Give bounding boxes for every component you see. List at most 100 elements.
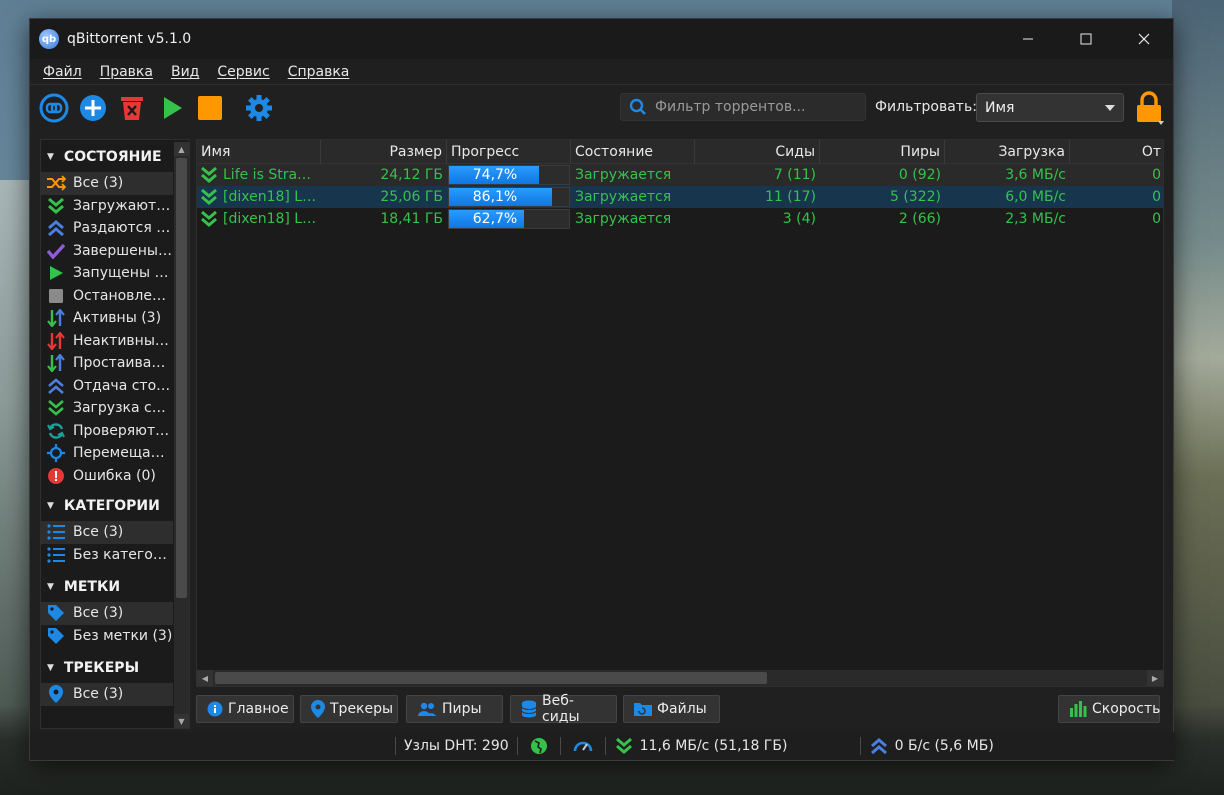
search-input[interactable] [655,99,855,115]
column-header-progress[interactable]: Прогресс [447,140,571,164]
tab-web-seeds[interactable]: Веб-сиды [510,693,617,725]
stop-icon [198,96,222,120]
add-link-button[interactable] [37,91,71,125]
sidebar-item[interactable]: Раздаются (0) [41,217,173,240]
window-title: qBittorrent v5.1.0 [67,31,192,47]
column-header-upload[interactable]: От [1070,140,1163,164]
sidebar-item[interactable]: Простаиваю... [41,352,173,375]
background-rock-right [1172,0,1224,795]
settings-button[interactable] [242,91,276,125]
tab-peers[interactable]: Пиры [406,695,503,723]
app-window: qb qBittorrent v5.1.0 Файл Правка Вид Се… [29,18,1175,761]
speed-limit-toggle[interactable] [561,737,605,755]
sidebar-item[interactable]: Загрузка сто... [41,397,173,420]
categories-section-header[interactable]: ▼ КАТЕГОРИИ [41,491,189,521]
add-torrent-button[interactable] [76,91,110,125]
sidebar: ▼ СОСТОЯНИЕ Все (3) Загружаютс... Раздаютс… [40,139,190,729]
progress-text: 74,7% [472,167,518,183]
cell-download-speed: 2,3 МБ/с [1005,211,1066,227]
sidebar-item-label: Все (3) [73,175,124,192]
trackers-section-header[interactable]: ▼ ТРЕКЕРЫ [41,653,189,683]
cell-upload-speed: 0 [1152,211,1161,227]
resume-button[interactable] [154,91,188,125]
sidebar-item[interactable]: Все (3) [41,172,173,195]
sidebar-item[interactable]: Перемещаю... [41,442,173,465]
stalled-download-icon [46,399,66,417]
search-icon [629,98,646,115]
filter-dropdown-value: Имя [985,99,1015,116]
location-pin-icon [46,685,66,704]
sidebar-item-label: Проверяютс... [73,422,173,439]
shuffle-icon [46,174,66,192]
sidebar-item[interactable]: Остановлен... [41,285,173,308]
table-hscrollbar[interactable]: ◀ ▶ [197,670,1163,686]
tab-trackers[interactable]: Трекеры [300,695,398,723]
chevron-down-icon [1105,104,1115,111]
checkmark-icon [46,242,66,260]
download-chevrons-icon [201,210,217,228]
sidebar-item-label: Все (3) [73,524,124,541]
tab-speed[interactable]: Скорость [1058,695,1160,723]
download-speed-status[interactable]: 11,6 МБ/с (51,18 ГБ) [606,737,860,755]
sidebar-item[interactable]: Активны (3) [41,307,173,330]
filter-dropdown[interactable]: Имя [976,93,1124,122]
scroll-down-icon[interactable]: ▼ [174,714,189,728]
sidebar-item-label: Простаиваю... [73,355,173,372]
tab-speed-label: Скорость [1092,701,1161,717]
connection-status[interactable] [518,737,560,755]
app-logo-icon: qb [39,29,59,49]
menu-view[interactable]: Вид [162,64,208,80]
table-row[interactable]: Life is Stran... 24,12 ГБ 74,7% Загружается… [197,164,1163,186]
menu-edit[interactable]: Правка [91,64,162,80]
column-header-size[interactable]: Размер [321,140,447,164]
menu-help[interactable]: Справка [279,64,359,80]
sidebar-item[interactable]: Без категор... [41,544,173,567]
globe-icon [530,738,547,754]
sidebar-scroll-thumb[interactable] [176,158,187,598]
scroll-left-icon[interactable]: ◀ [197,670,213,686]
menu-file[interactable]: Файл [34,64,91,80]
tags-section-header[interactable]: ▼ МЕТКИ [41,572,189,602]
download-chevrons-icon [201,166,217,184]
sidebar-item[interactable]: Ошибка (0) [41,465,173,488]
sidebar-item[interactable]: Все (3) [41,521,173,544]
table-row[interactable]: [dixen18] Li... 18,41 ГБ 62,7% Загружается 3… [197,208,1163,230]
window-controls [999,19,1173,59]
column-header-name[interactable]: Имя [197,140,321,164]
sidebar-item-label: Завершены ... [73,242,173,259]
scroll-up-icon[interactable]: ▲ [174,142,189,156]
column-header-download[interactable]: Загрузка [945,140,1070,164]
sidebar-item[interactable]: Проверяютс... [41,420,173,443]
delete-button[interactable] [115,91,149,125]
sidebar-item[interactable]: Запущены (3) [41,262,173,285]
sidebar-scrollbar[interactable]: ▲ ▼ [174,142,189,728]
menu-tools[interactable]: Сервис [208,64,278,80]
table-scroll-thumb[interactable] [215,672,767,684]
status-section-header[interactable]: ▼ СОСТОЯНИЕ [41,142,189,172]
sidebar-item[interactable]: Отдача стои... [41,375,173,398]
minimize-button[interactable] [999,19,1057,59]
active-arrows-icon [46,309,66,328]
scroll-right-icon[interactable]: ▶ [1147,670,1163,686]
upload-speed-status[interactable]: 0 Б/с (5,6 МБ) [861,737,1004,755]
sidebar-item[interactable]: Неактивны (0) [41,330,173,353]
column-header-state[interactable]: Состояние [571,140,695,164]
tag-icon [46,627,66,645]
pause-button[interactable] [193,91,227,125]
table-row[interactable]: [dixen18] Li... 25,06 ГБ 86,1% Загружается 1… [197,186,1163,208]
sidebar-item[interactable]: Все (3) [41,683,173,706]
sidebar-item[interactable]: Без метки (3) [41,625,173,648]
sidebar-item[interactable]: Все (3) [41,602,173,625]
column-header-peers[interactable]: Пиры [820,140,945,164]
maximize-button[interactable] [1057,19,1115,59]
torrent-name: [dixen18] Li... [223,189,317,205]
sidebar-item[interactable]: Завершены ... [41,240,173,263]
close-button[interactable] [1115,19,1173,59]
column-header-seeds[interactable]: Сиды [695,140,820,164]
dht-nodes-text: Узлы DHT: 290 [404,738,509,754]
lock-button[interactable] [1134,91,1164,125]
tab-files[interactable]: Файлы [623,695,720,723]
tab-general[interactable]: Главное [196,695,294,723]
title-bar: qb qBittorrent v5.1.0 [30,19,1173,59]
sidebar-item[interactable]: Загружаютс... [41,195,173,218]
